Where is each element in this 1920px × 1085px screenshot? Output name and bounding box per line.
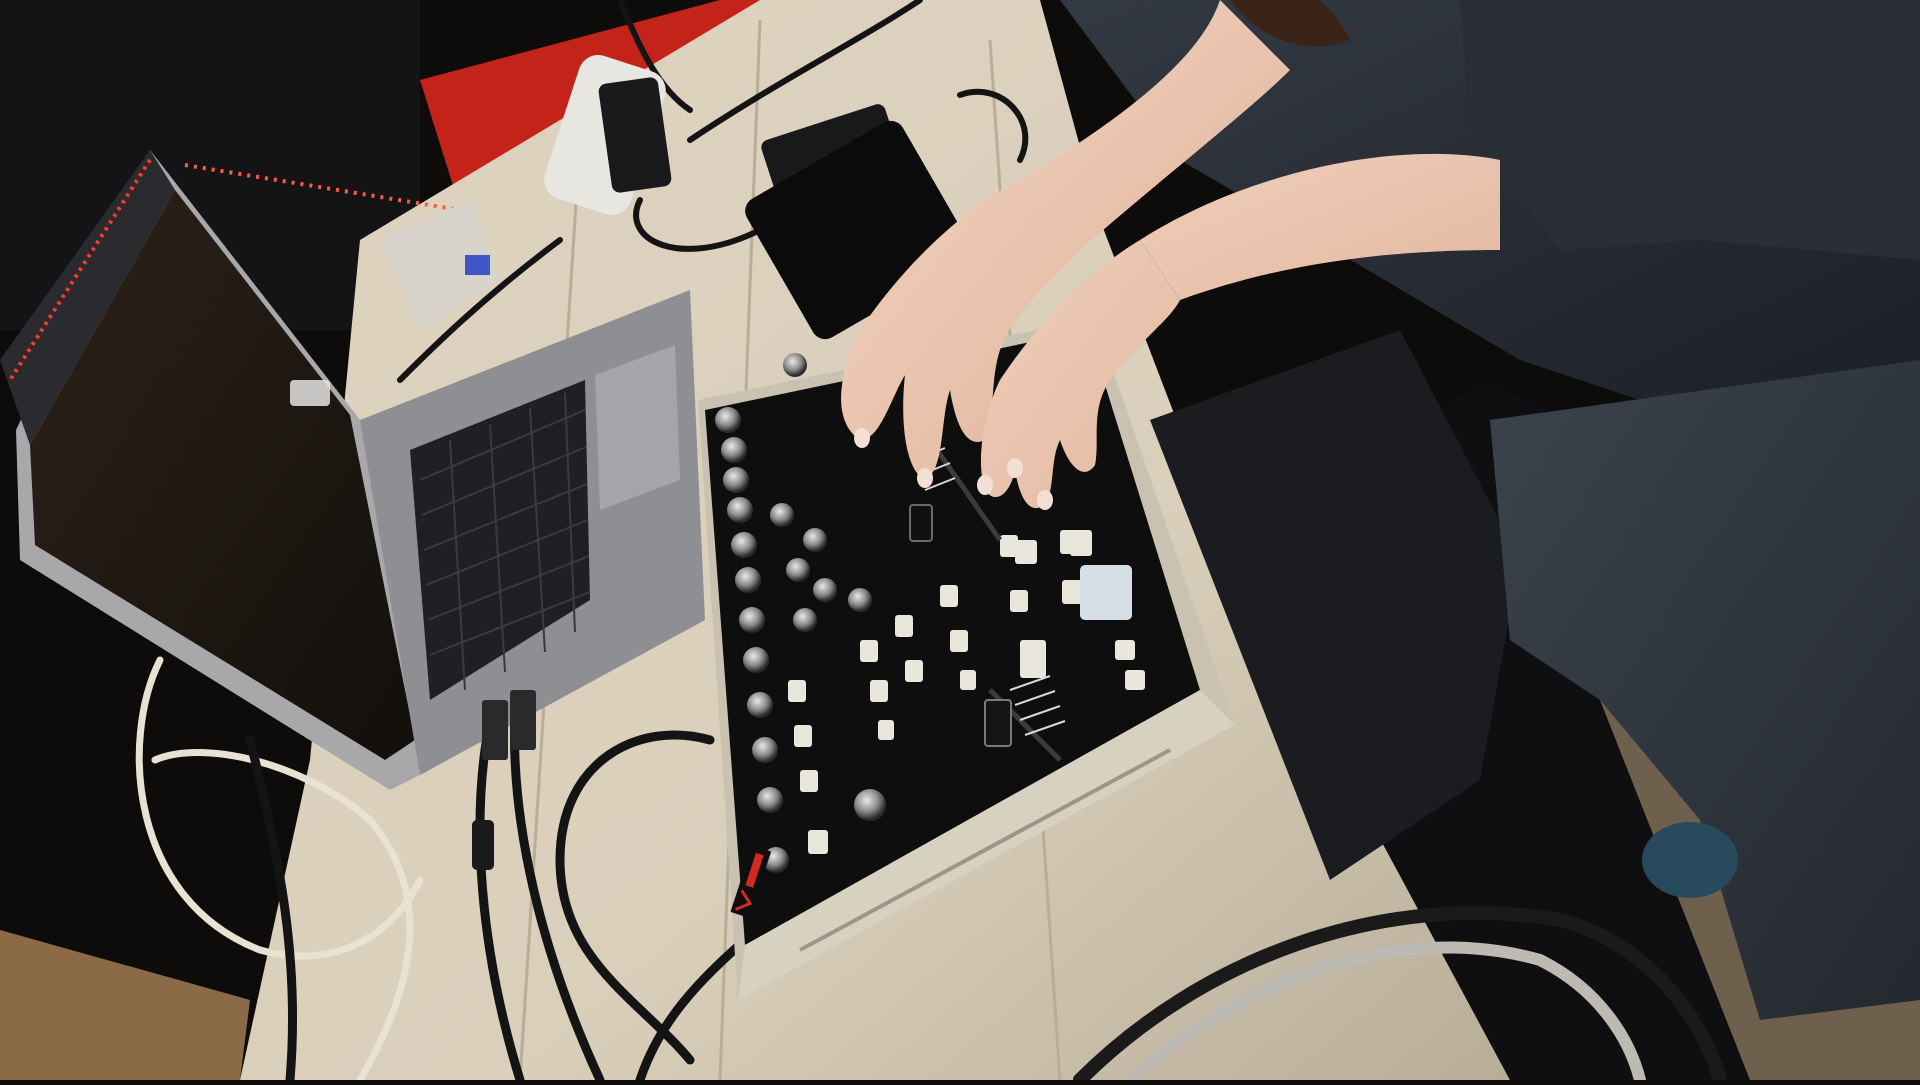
rotary-knob [793, 608, 817, 632]
rotary-knob [848, 588, 872, 612]
blue-connector [465, 255, 490, 275]
rotary-knob [803, 528, 827, 552]
shoe [1642, 822, 1738, 898]
rotary-knob [783, 353, 807, 377]
rotary-knob [813, 578, 837, 602]
photo-scene [0, 0, 1920, 1085]
rotary-knob [770, 503, 794, 527]
photo-canvas [0, 0, 1920, 1085]
ferrite-bead [472, 820, 494, 870]
rotary-knob [743, 647, 769, 673]
rotary-knob [731, 532, 757, 558]
rotary-knob [727, 497, 753, 523]
rotary-knob [735, 567, 761, 593]
rotary-knob [721, 437, 747, 463]
usb-plug [482, 700, 508, 760]
rotary-knob [747, 692, 773, 718]
rotary-knob [739, 607, 765, 633]
rotary-knob [757, 787, 783, 813]
rotary-knob [786, 558, 810, 582]
usb-plug [510, 690, 536, 750]
laptop-screen-glare [290, 380, 330, 406]
rotary-knob [752, 737, 778, 763]
rotary-knob [854, 789, 886, 821]
rotary-knob [723, 467, 749, 493]
rotary-knob [715, 407, 741, 433]
